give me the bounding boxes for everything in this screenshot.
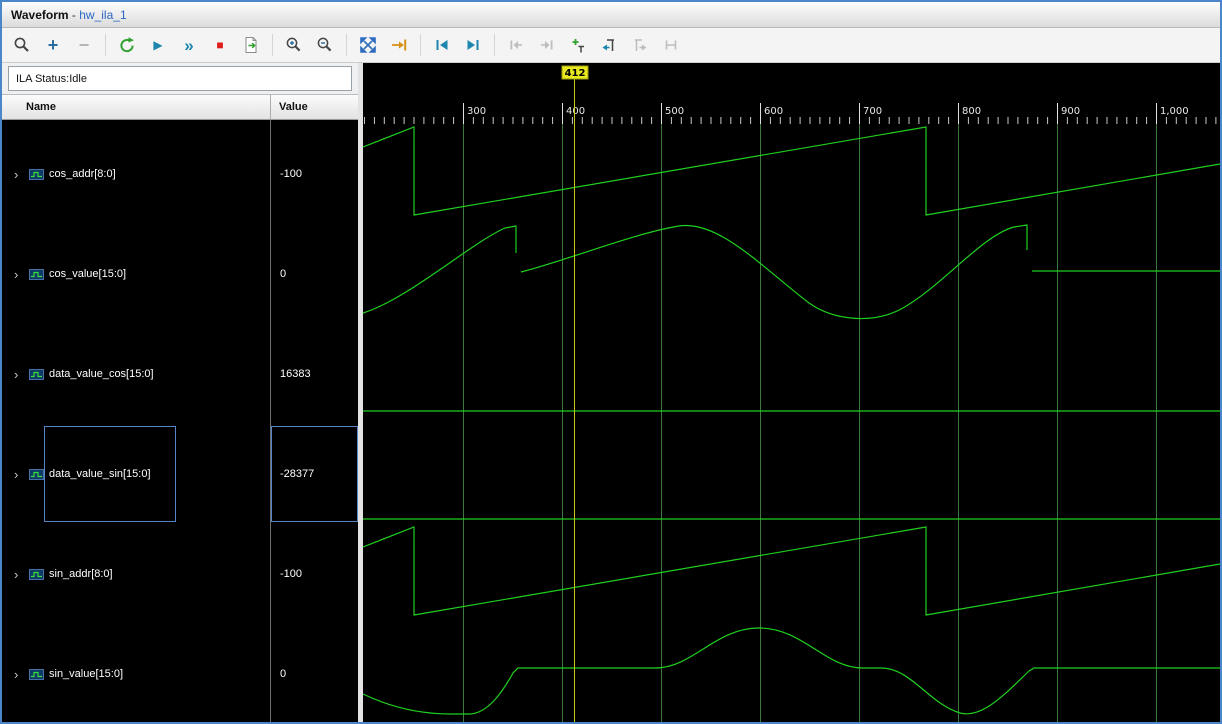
- swap-markers-icon[interactable]: [659, 33, 683, 57]
- signal-value[interactable]: -100: [270, 524, 358, 624]
- ruler-label: 600: [764, 106, 783, 117]
- ruler-label: 400: [566, 106, 585, 117]
- waveform-signal-icon: [29, 568, 44, 580]
- toolbar-separator: [346, 34, 347, 56]
- signal-value[interactable]: 16383: [270, 324, 358, 424]
- toolbar-separator: [272, 34, 273, 56]
- trace-cos-value: [362, 224, 1220, 320]
- go-to-end-icon[interactable]: [461, 33, 485, 57]
- ila-status-text: ILA Status:Idle: [16, 72, 87, 85]
- waveform-signal-icon: [29, 668, 44, 680]
- signal-row[interactable]: › cos_value[15:0]: [2, 224, 270, 324]
- stop-trigger-icon[interactable]: ■: [208, 33, 232, 57]
- column-header-value[interactable]: Value: [279, 101, 308, 113]
- ruler-label: 500: [665, 106, 684, 117]
- auto-re-trigger-icon[interactable]: [115, 33, 139, 57]
- column-divider[interactable]: [270, 95, 271, 119]
- expand-chevron-icon[interactable]: ›: [14, 167, 24, 182]
- signal-name: data_value_cos[15:0]: [49, 368, 154, 380]
- zoom-in-icon[interactable]: [282, 33, 306, 57]
- ruler-label: 800: [962, 106, 981, 117]
- next-transition-icon[interactable]: [535, 33, 559, 57]
- main-area: ILA Status:Idle Name Value › cos_addr[8:…: [2, 63, 1220, 722]
- find-icon[interactable]: [10, 33, 34, 57]
- add-icon[interactable]: +: [41, 33, 65, 57]
- grid-header: Name Value: [2, 94, 358, 120]
- title-bar[interactable]: Waveform - hw_ila_1: [2, 2, 1220, 28]
- previous-transition-icon[interactable]: [504, 33, 528, 57]
- go-to-start-icon[interactable]: [430, 33, 454, 57]
- run-trigger-icon[interactable]: ▶: [146, 33, 170, 57]
- signal-value[interactable]: -100: [270, 124, 358, 224]
- zoom-to-cursor-icon[interactable]: [387, 33, 411, 57]
- title-separator: -: [68, 7, 80, 22]
- cursor-time-label: 412: [565, 68, 586, 79]
- expand-chevron-icon[interactable]: ›: [14, 667, 24, 682]
- ruler-label: 300: [467, 106, 486, 117]
- trace-sin-addr: [362, 526, 1220, 616]
- waveform-window: Waveform - hw_ila_1 + − ▶ » ■ ILA Status…: [0, 0, 1222, 724]
- waveform-signal-icon: [29, 268, 44, 280]
- go-to-marker-icon[interactable]: [597, 33, 621, 57]
- expand-chevron-icon[interactable]: ›: [14, 467, 24, 482]
- expand-chevron-icon[interactable]: ›: [14, 367, 24, 382]
- add-marker-icon[interactable]: [566, 33, 590, 57]
- signal-value[interactable]: -28377: [270, 424, 358, 524]
- window-title: Waveform: [11, 7, 69, 22]
- run-trigger-immediate-icon[interactable]: »: [177, 33, 201, 57]
- toolbar-separator: [494, 34, 495, 56]
- signal-row[interactable]: › cos_addr[8:0]: [2, 124, 270, 224]
- signal-name: sin_addr[8:0]: [49, 568, 113, 580]
- signal-name: cos_value[15:0]: [49, 268, 127, 280]
- waveform-svg[interactable]: 300 400 500 600 700 800 900 1,000 412: [362, 63, 1220, 722]
- signal-name: sin_value[15:0]: [49, 668, 123, 680]
- signal-row[interactable]: › data_value_cos[15:0]: [2, 324, 270, 424]
- time-gridlines: [463, 124, 1157, 722]
- export-ila-data-icon[interactable]: [239, 33, 263, 57]
- ruler-label: 700: [863, 106, 882, 117]
- time-ruler[interactable]: 300 400 500 600 700 800 900 1,000: [364, 103, 1220, 124]
- ila-instance-name: hw_ila_1: [79, 7, 127, 22]
- waveform-toolbar: + − ▶ » ■: [2, 28, 1220, 63]
- signal-name: cos_addr[8:0]: [49, 168, 116, 180]
- waveform-signal-icon: [29, 368, 44, 380]
- next-marker-icon[interactable]: [628, 33, 652, 57]
- signal-value[interactable]: 0: [270, 624, 358, 722]
- waveform-signal-icon: [29, 468, 44, 480]
- expand-chevron-icon[interactable]: ›: [14, 267, 24, 282]
- expand-chevron-icon[interactable]: ›: [14, 567, 24, 582]
- toolbar-separator: [420, 34, 421, 56]
- remove-icon[interactable]: −: [72, 33, 96, 57]
- zoom-out-icon[interactable]: [313, 33, 337, 57]
- ila-status-box: ILA Status:Idle: [8, 66, 352, 91]
- zoom-fit-icon[interactable]: [356, 33, 380, 57]
- signal-panel: ILA Status:Idle Name Value › cos_addr[8:…: [2, 63, 358, 722]
- waveform-signal-icon: [29, 168, 44, 180]
- ruler-label: 1,000: [1160, 106, 1189, 117]
- signal-value[interactable]: 0: [270, 224, 358, 324]
- signal-name: data_value_sin[15:0]: [49, 468, 151, 480]
- toolbar-separator: [105, 34, 106, 56]
- time-cursor[interactable]: 412: [561, 65, 589, 722]
- column-header-name[interactable]: Name: [26, 101, 56, 113]
- trace-sin-value: [362, 627, 1220, 715]
- signal-row[interactable]: › sin_addr[8:0]: [2, 524, 270, 624]
- grid-body: › cos_addr[8:0] -100 › cos_value[15:0] 0…: [2, 120, 358, 722]
- trace-cos-addr: [362, 126, 1220, 216]
- waveform-canvas[interactable]: 300 400 500 600 700 800 900 1,000 412: [362, 63, 1220, 722]
- signal-row[interactable]: › sin_value[15:0]: [2, 624, 270, 722]
- ruler-label: 900: [1061, 106, 1080, 117]
- signal-row-selected[interactable]: › data_value_sin[15:0]: [2, 424, 270, 524]
